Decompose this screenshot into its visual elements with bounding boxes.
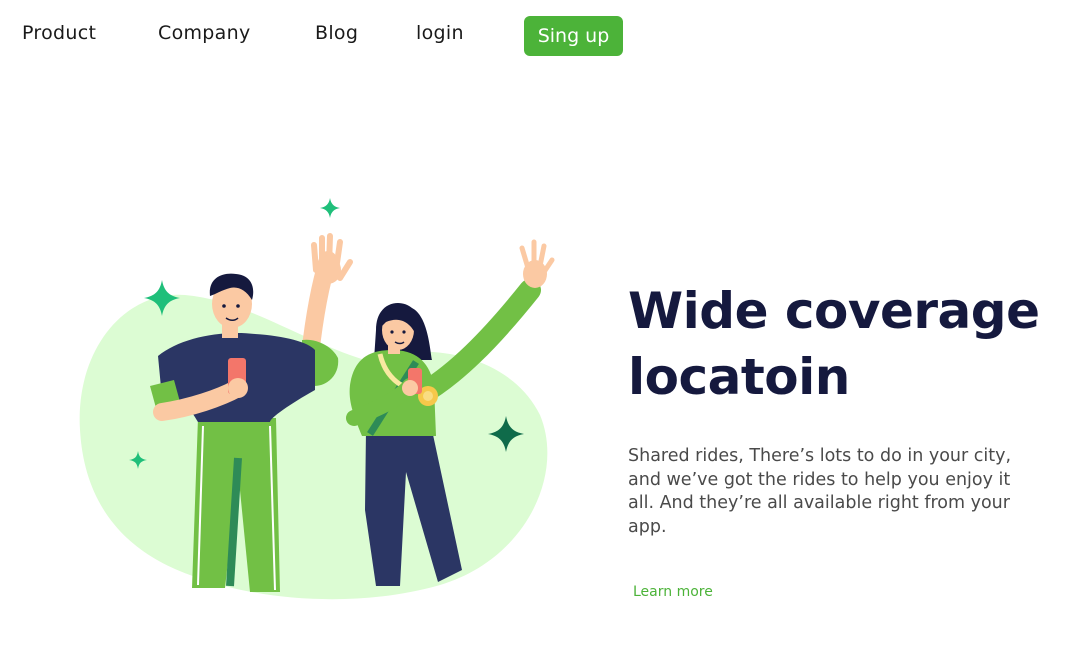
headline-line-1: Wide coverage [628, 282, 1040, 340]
nav-link-product[interactable]: Product [22, 22, 96, 44]
hero-illustration [79, 198, 555, 600]
top-nav: Product Company Blog login Sing up [0, 0, 1072, 72]
hero-description: Shared rides, There’s lots to do in your… [628, 446, 1012, 537]
signup-button[interactable]: Sing up [524, 16, 623, 56]
headline-line-2: locatoin [628, 348, 850, 406]
nav-link-blog[interactable]: Blog [315, 22, 358, 44]
nav-link-company[interactable]: Company [158, 22, 251, 44]
learn-more-link[interactable]: Learn more [633, 584, 713, 600]
hero-headline: Wide coverage locatoin [628, 278, 1058, 410]
nav-link-login[interactable]: login [416, 22, 464, 44]
sparkle-icon [320, 198, 340, 218]
